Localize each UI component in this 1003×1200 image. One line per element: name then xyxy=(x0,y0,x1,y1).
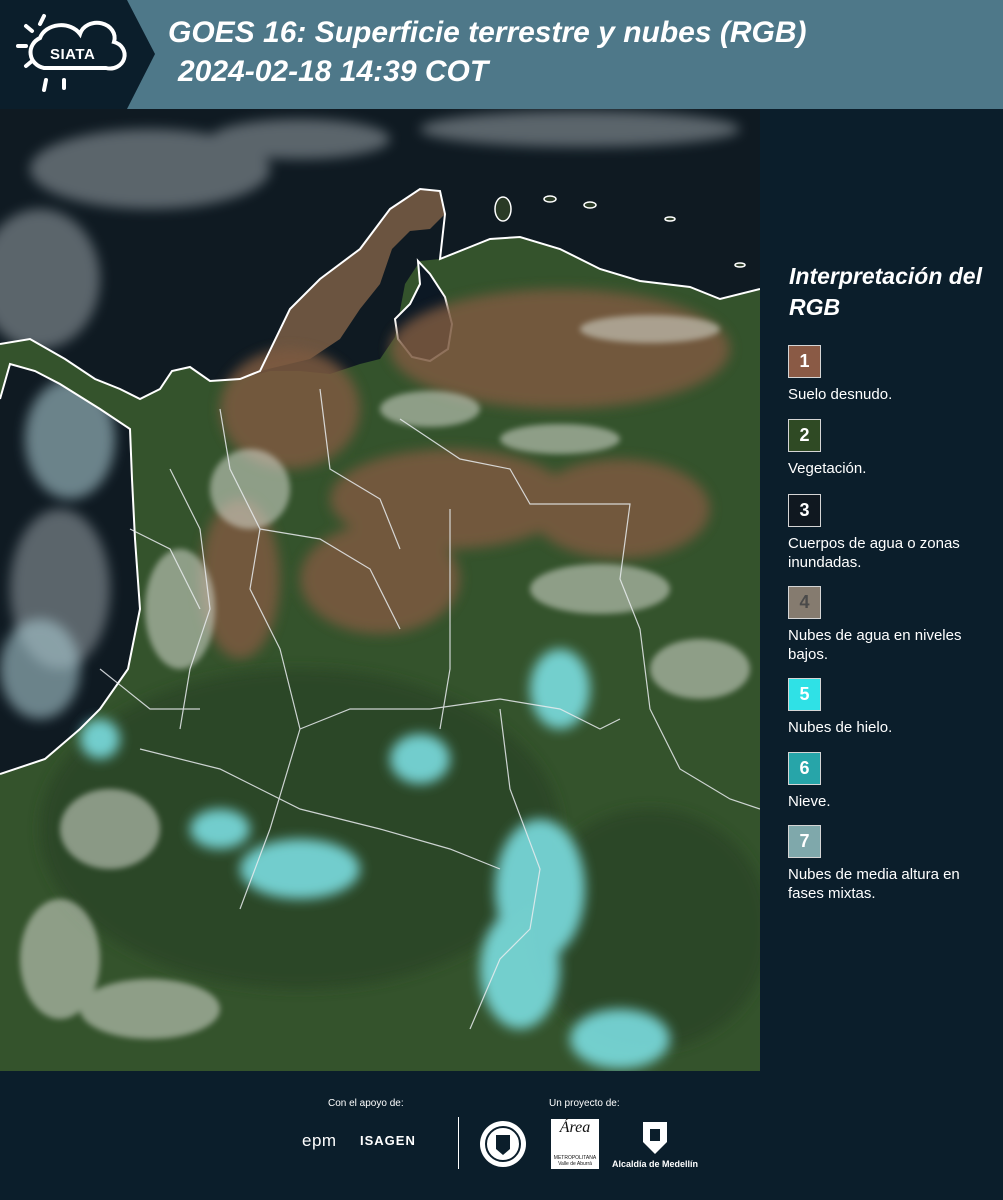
legend-label-7: Nubes de media altura en fases mixtas. xyxy=(788,866,960,902)
footer: Con el apoyo de: Un proyecto de: epm ISA… xyxy=(0,1071,1003,1200)
legend-swatch-6: 6 xyxy=(788,752,821,785)
page-title: GOES 16: Superficie terrestre y nubes (R… xyxy=(168,16,807,49)
legend-item-2: 2 Vegetación. xyxy=(788,419,988,478)
legend-title: Interpretación del RGB xyxy=(789,263,982,320)
epm-logo: epm xyxy=(302,1131,337,1150)
project-label: Un proyecto de: xyxy=(549,1098,620,1109)
legend-item-6: 6 Nieve. xyxy=(788,752,988,811)
satellite-image xyxy=(0,109,760,1071)
legend-label-5: Nubes de hielo. xyxy=(788,719,893,736)
alcaldia-shield-icon xyxy=(643,1122,667,1154)
legend-label-3: Cuerpos de agua o zonas inundadas. xyxy=(788,535,960,571)
legend-swatch-5: 5 xyxy=(788,678,821,711)
legend-item-5: 5 Nubes de hielo. xyxy=(788,678,988,737)
timestamp: 2024-02-18 14:39 COT xyxy=(178,55,489,88)
legend-label-4: Nubes de agua en niveles bajos. xyxy=(788,627,962,663)
siata-logo: SIATA xyxy=(0,0,155,109)
legend-item-1: 1 Suelo desnudo. xyxy=(788,345,988,404)
area-metropolitana-logo: Área METROPOLITANA Valle de Aburrá xyxy=(551,1119,599,1169)
legend-panel: Interpretación del RGB 1 Suelo desnudo. … xyxy=(760,109,1003,1071)
area-logo-text: Área xyxy=(559,1119,591,1136)
legend-label-2: Vegetación. xyxy=(788,460,867,477)
area-logo-subtext: METROPOLITANA Valle de Aburrá xyxy=(553,1155,597,1167)
satellite-map xyxy=(0,109,760,1071)
legend-swatch-2: 2 xyxy=(788,419,821,452)
legend-item-7: 7 Nubes de media altura en fases mixtas. xyxy=(788,825,988,903)
university-seal-icon xyxy=(480,1121,526,1167)
alcaldia-logo-text: Alcaldía de Medellín xyxy=(612,1159,699,1169)
header-bar: SIATA GOES 16: Superficie terrestre y nu… xyxy=(0,0,1003,109)
legend-label-6: Nieve. xyxy=(788,793,831,810)
legend-item-3: 3 Cuerpos de agua o zonas inundadas. xyxy=(788,494,988,572)
footer-divider xyxy=(458,1117,459,1169)
legend-item-4: 4 Nubes de agua en niveles bajos. xyxy=(788,586,988,664)
legend-label-1: Suelo desnudo. xyxy=(788,386,893,403)
legend-swatch-7: 7 xyxy=(788,825,821,858)
siata-logo-text: SIATA xyxy=(50,46,96,63)
legend-swatch-1: 1 xyxy=(788,345,821,378)
legend-swatch-3: 3 xyxy=(788,494,821,527)
isagen-logo: ISAGEN xyxy=(360,1133,416,1148)
support-label: Con el apoyo de: xyxy=(328,1098,404,1109)
legend-swatch-4: 4 xyxy=(788,586,821,619)
